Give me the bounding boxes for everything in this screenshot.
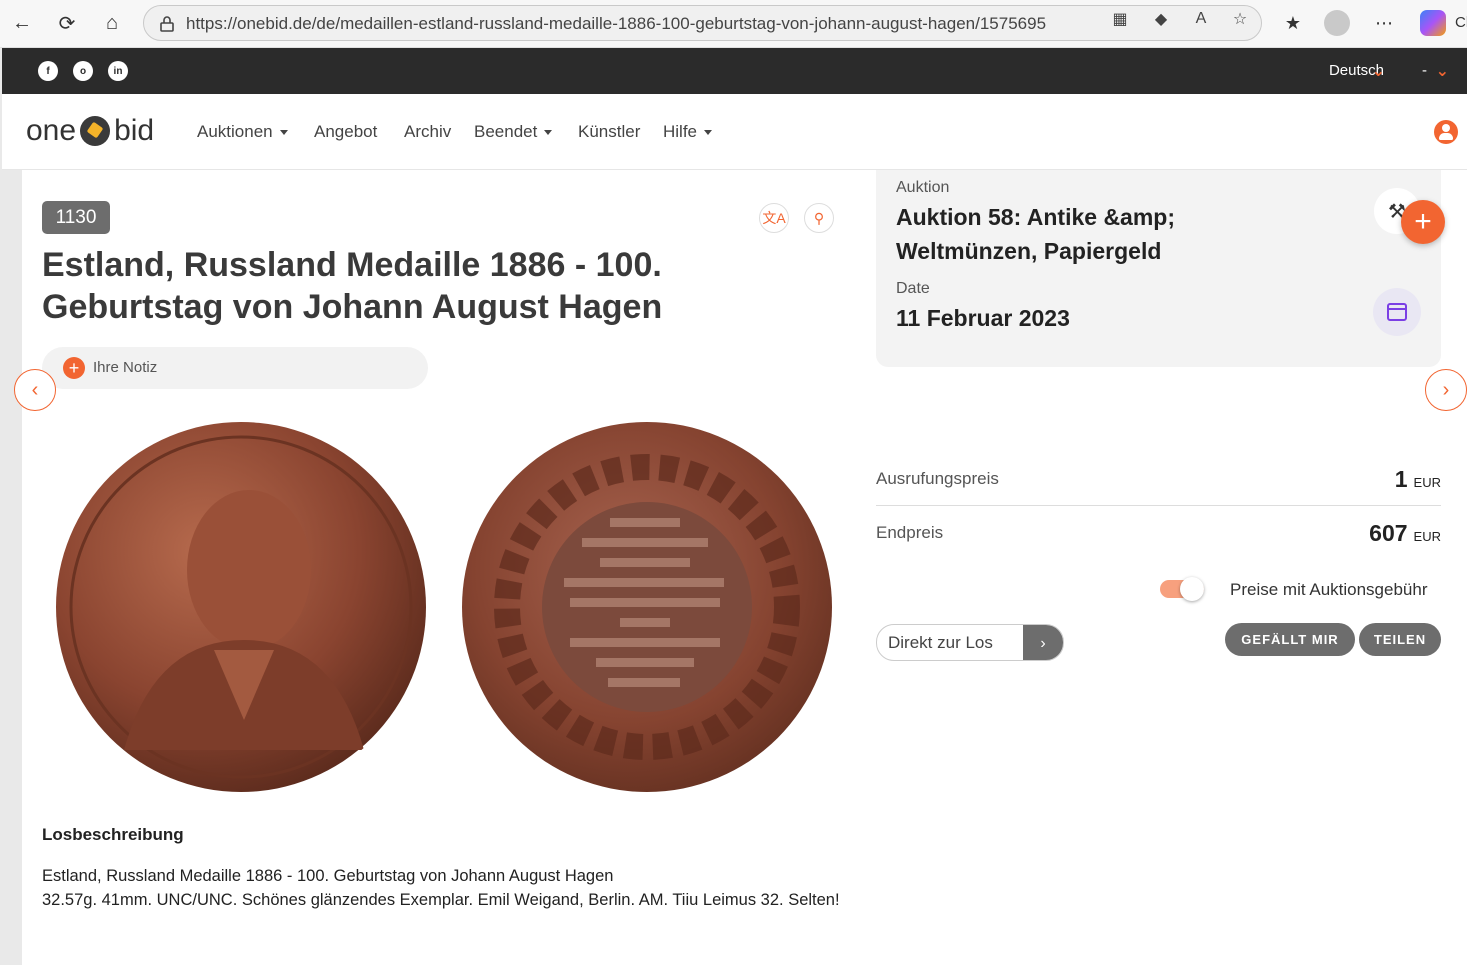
description-text: Estland, Russland Medaille 1886 - 100. G…	[42, 867, 840, 909]
linkedin-icon[interactable]: in	[108, 61, 128, 81]
auction-label: Auktion	[896, 179, 950, 196]
app-icon[interactable]: ▦	[1109, 8, 1131, 30]
auction-date: 11 Februar 2023	[896, 305, 1070, 331]
share-button[interactable]: TEILEN	[1359, 623, 1441, 656]
tag-icon[interactable]: ◆	[1150, 8, 1172, 30]
add-button[interactable]: +	[1401, 200, 1445, 244]
url-text[interactable]: https://onebid.de/de/medaillen-estland-r…	[186, 14, 1046, 34]
nav-item-angebot[interactable]: Angebot	[314, 122, 377, 142]
browser-toolbar: ← ⟳ ⌂ https://onebid.de/de/medaillen-est…	[0, 0, 1467, 48]
nav-item-auktionen[interactable]: Auktionen	[197, 122, 288, 142]
lock-icon	[160, 16, 174, 32]
facebook-icon[interactable]: f	[38, 61, 58, 81]
description-heading: Losbeschreibung	[42, 825, 184, 844]
final-price-value: 607	[1369, 520, 1408, 546]
main-nav: one bid Auktionen Angebot Archiv Beendet…	[2, 94, 1467, 170]
start-price-value: 1	[1394, 466, 1408, 492]
direct-to-lot-input[interactable]: Direkt zur Los	[888, 633, 993, 653]
gavel-logo-icon	[80, 116, 111, 146]
zoom-search-icon[interactable]: ⚲	[804, 203, 834, 233]
next-lot-button[interactable]: ›	[1425, 369, 1467, 411]
auction-name[interactable]: Auktion 58: Antike &amp; Weltmünzen, Pap…	[896, 200, 1226, 268]
previous-lot-button[interactable]: ‹	[14, 369, 56, 411]
start-price-row: Ausrufungspreis 1 EUR	[876, 466, 1441, 492]
translate-icon[interactable]: 文A	[759, 203, 789, 233]
page-title: Estland, Russland Medaille 1886 - 100. G…	[42, 246, 663, 326]
read-aloud-icon[interactable]: A	[1190, 8, 1212, 30]
caret-down-icon	[544, 130, 553, 136]
nav-item-beendet[interactable]: Beendet	[474, 122, 553, 142]
caret-down-icon	[704, 130, 713, 136]
direct-to-lot-field[interactable]: Direkt zur Los ›	[876, 624, 1064, 661]
chevron-down-icon[interactable]: ⌄	[1436, 61, 1449, 81]
auction-info-panel: Auktion Auktion 58: Antike &amp; Weltmün…	[876, 170, 1445, 367]
add-note-icon[interactable]: +	[63, 357, 85, 379]
fee-toggle[interactable]	[1160, 577, 1204, 601]
medal-obverse-image[interactable]	[54, 420, 428, 794]
nav-item-archiv[interactable]: Archiv	[404, 122, 451, 142]
go-button[interactable]: ›	[1023, 625, 1063, 660]
chevron-down-icon[interactable]: ⌄	[1372, 61, 1385, 81]
date-label: Date	[896, 280, 930, 297]
instagram-icon[interactable]: o	[73, 61, 93, 81]
divider	[876, 505, 1441, 506]
copilot-icon[interactable]	[1418, 9, 1448, 37]
fee-toggle-label: Preise mit Auktionsgebühr	[1230, 580, 1428, 599]
final-price-row: Endpreis 607 EUR	[876, 520, 1441, 546]
reload-icon[interactable]: ⟳	[52, 8, 82, 38]
favorite-star-icon[interactable]: ☆	[1229, 8, 1251, 30]
like-button[interactable]: GEFÄLLT MIR	[1225, 623, 1355, 656]
currency-selector[interactable]: -	[1422, 62, 1427, 79]
caret-down-icon	[279, 130, 288, 136]
profile-label: Cl	[1455, 14, 1467, 31]
home-icon[interactable]: ⌂	[97, 8, 127, 38]
more-menu-icon[interactable]: ⋯	[1370, 9, 1398, 37]
medal-reverse-image[interactable]	[460, 420, 834, 794]
user-account-icon[interactable]	[1434, 120, 1458, 144]
nav-item-kuenstler[interactable]: Künstler	[578, 122, 640, 142]
onebid-logo[interactable]: one bid	[26, 114, 154, 148]
favorites-icon[interactable]: ★	[1279, 9, 1307, 37]
lot-number-badge: 1130	[42, 201, 110, 234]
back-icon[interactable]: ←	[7, 8, 37, 38]
address-bar[interactable]: https://onebid.de/de/medaillen-estland-r…	[143, 5, 1262, 41]
calendar-icon[interactable]	[1373, 288, 1421, 336]
note-label: Ihre Notiz	[93, 359, 158, 376]
profile-avatar-icon[interactable]	[1323, 9, 1351, 37]
nav-item-hilfe[interactable]: Hilfe	[663, 122, 713, 142]
top-bar: f o in Deutsch ⌄ - ⌄	[2, 48, 1467, 94]
note-field[interactable]: + Ihre Notiz	[42, 347, 428, 389]
